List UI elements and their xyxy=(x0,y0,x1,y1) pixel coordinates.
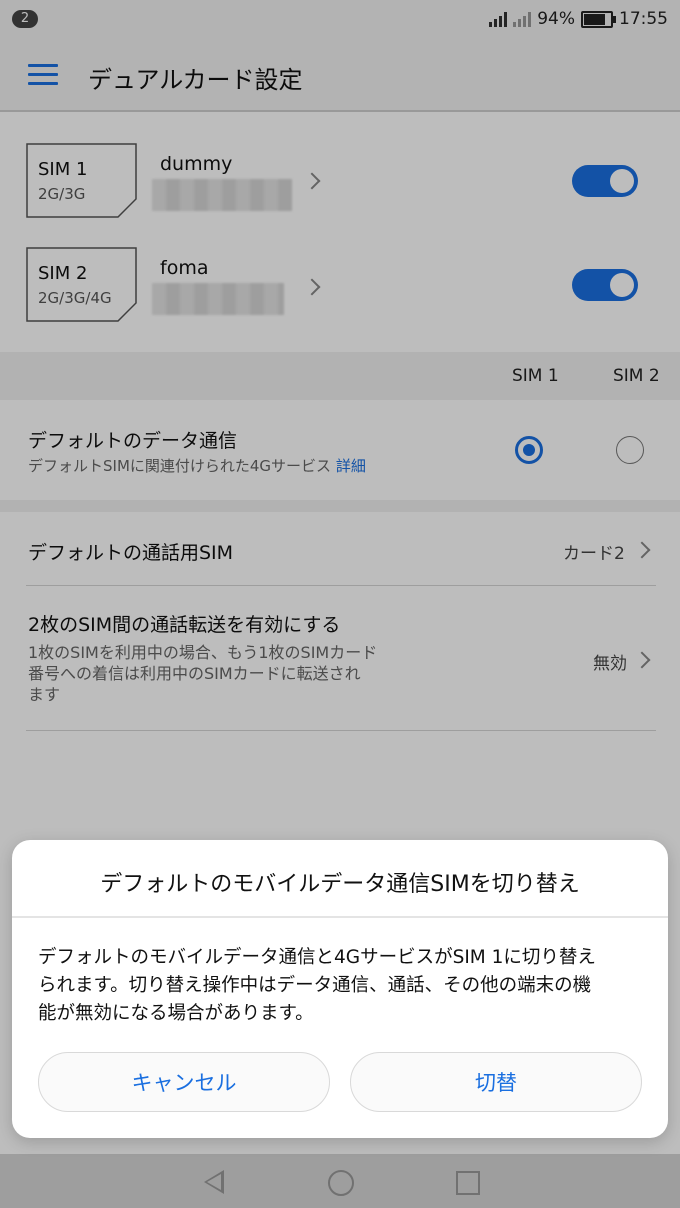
dual-card-settings-screen: 2 94% 17:55 デュアルカード設定 SIM 1 2G/3G dummy xyxy=(0,0,680,1208)
dialog-message-line: られます。切り替え操作中はデータ通信、通話、その他の端末の機 xyxy=(38,975,592,996)
switch-button[interactable]: 切替 xyxy=(350,1052,642,1112)
dialog-message-line: 能が無効になる場合があります。 xyxy=(38,1003,314,1024)
switch-data-sim-dialog: デフォルトのモバイルデータ通信SIMを切り替え デフォルトのモバイルデータ通信と… xyxy=(12,840,668,1138)
cancel-button[interactable]: キャンセル xyxy=(38,1052,330,1112)
dialog-message-line: デフォルトのモバイルデータ通信と4GサービスがSIM 1に切り替え xyxy=(38,947,596,968)
dialog-divider xyxy=(12,916,668,918)
dialog-message: デフォルトのモバイルデータ通信と4GサービスがSIM 1に切り替え られます。切… xyxy=(38,944,648,1028)
dialog-title: デフォルトのモバイルデータ通信SIMを切り替え xyxy=(100,872,580,897)
